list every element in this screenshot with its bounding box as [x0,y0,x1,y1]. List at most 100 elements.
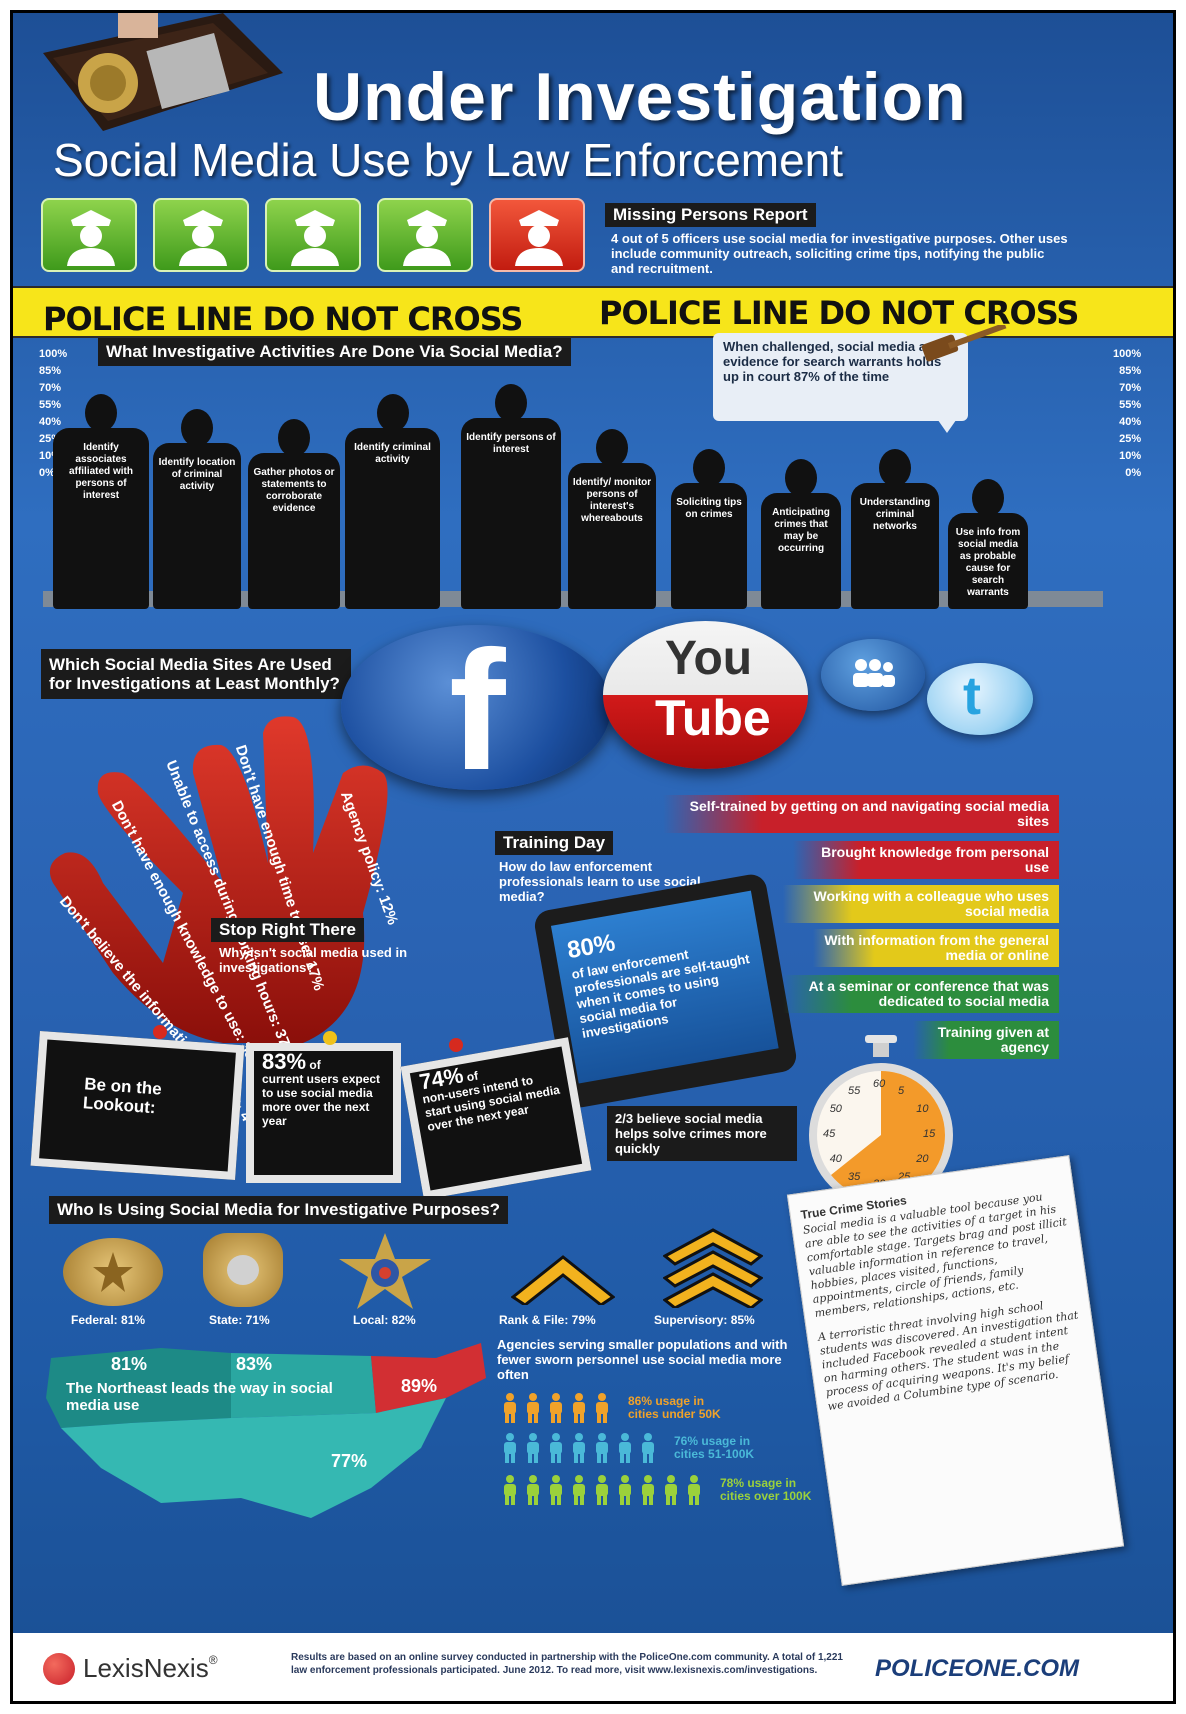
person-icon [570,1393,588,1423]
lineup-silhouette: Identify persons of interest [461,384,561,609]
training-ribbon: At a seminar or conference that was dedi… [783,975,1059,1013]
lookout-photo: Be on the Lookout: [30,1031,245,1180]
lineup-silhouette: Identify location of criminal activity [153,409,241,609]
lineup-label: Identify criminal activity [354,442,431,465]
badge-wallet-image [23,13,293,133]
training-ribbon: With information from the general media … [813,929,1059,967]
lineup-label: Use info from social media as probable c… [955,527,1021,598]
agency-usage-text: 78% usage in cities over 100K [720,1476,812,1503]
training-heading: Training Day [495,831,614,855]
person-icon [662,1475,680,1505]
training-ribbon: Working with a colleague who uses social… [783,885,1059,923]
stop-heading: Stop Right There [211,918,364,942]
lineup-silhouette: Identify criminal activity [345,394,440,609]
agency-usage-text: 86% usage in cities under 50K [628,1394,721,1421]
lineup-label: Identify associates affiliated with pers… [69,442,133,501]
lineup-silhouette: Anticipating crimes that may be occurrin… [761,459,841,609]
lineup-silhouette: Gather photos or statements to corrobora… [248,419,340,609]
person-icon [501,1393,519,1423]
users-photo: 83% of current users expect to use socia… [246,1043,401,1183]
map-region-west: 81% [111,1354,148,1374]
missing-persons-text: 4 out of 5 officers use social media for… [611,231,1068,276]
who-heading: Who Is Using Social Media for Investigat… [49,1196,509,1224]
supervisory-chevron-icon [662,1228,764,1310]
person-icon [593,1393,611,1423]
infographic: Under Investigation Social Media Use by … [10,10,1176,1704]
lineup-label: Soliciting tips on crimes [676,497,742,520]
lineup-silhouette: Identify/ monitor persons of interest's … [568,429,656,609]
lineup-label: Identify/ monitor persons of interest's … [572,477,652,524]
local-badge-icon [335,1231,435,1311]
badge-label-local: Local: 82% [353,1313,416,1327]
badge-label-state: State: 71% [209,1313,270,1327]
lineup-label: Anticipating crimes that may be occurrin… [772,507,830,554]
officer-icon [265,198,361,272]
lexisnexis-logo-icon [43,1653,75,1685]
map-region-northeast: 89% [401,1376,438,1396]
stopwatch-number: 50 [829,1103,842,1115]
map-caption: The Northeast leads the way in social me… [66,1380,333,1414]
officer-icon-missing [489,198,585,272]
pushpin-icon [449,1038,463,1052]
lineup-label: Identify persons of interest [466,432,556,455]
badge-label-supervisory: Supervisory: 85% [654,1313,755,1327]
stopwatch-number: 55 [848,1084,861,1097]
person-icon [524,1475,542,1505]
youtube-icon: You Tube [603,621,808,769]
notepad: True Crime Stories Social media is a val… [786,1155,1125,1586]
page-title: Under Investigation [313,59,967,135]
policeone-logo: POLICEONE.COM [875,1655,1080,1682]
lineup-label: Understanding criminal networks [859,497,931,532]
lineup-label: Gather photos or statements to corrobora… [253,467,335,514]
person-icon [616,1433,634,1463]
person-icon [547,1433,565,1463]
page-subtitle: Social Media Use by Law Enforcement [53,134,844,186]
lineup-silhouette: Soliciting tips on crimes [671,449,747,609]
lineup-label: Identify location of criminal activity [158,457,236,492]
missing-persons-heading: Missing Persons Report [605,203,816,227]
stop-question: Why isn't social media used in investiga… [219,945,408,975]
person-icon [501,1475,519,1505]
person-icon [616,1475,634,1505]
nonusers-photo: 74% of non-users intend to start using s… [400,1037,592,1200]
state-badge-icon [203,1233,283,1307]
sites-heading: Which Social Media Sites Are Used for In… [41,649,351,699]
officer-icon [153,198,249,272]
stopwatch-number: 35 [848,1171,861,1184]
person-icon [570,1475,588,1505]
person-icon [524,1393,542,1423]
person-icon [639,1475,657,1505]
activities-heading: What Investigative Activities Are Done V… [98,338,571,366]
lineup-silhouette: Understanding criminal networks [851,449,939,609]
stopwatch-number: 15 [923,1128,936,1140]
stopwatch-number: 45 [823,1128,836,1140]
badge-label-federal: Federal: 81% [71,1313,146,1327]
myspace-icon [821,639,925,711]
federal-badge-icon [63,1238,163,1306]
agencies-heading: Agencies serving smaller populations and… [497,1337,788,1382]
lineup-silhouette: Identify associates affiliated with pers… [53,394,149,609]
map-region-midwest: 83% [236,1354,273,1374]
person-icon [593,1475,611,1505]
believe-text: 2/3 believe social media helps solve cri… [607,1106,797,1161]
map-region-south: 77% [331,1451,368,1471]
pushpin-icon [153,1025,167,1039]
stopwatch-number: 40 [829,1153,842,1165]
lineup-silhouette: Use info from social media as probable c… [948,479,1028,609]
officer-icon [377,198,473,272]
training-ribbon: Brought knowledge from personal use [793,841,1059,879]
footer-brand: LexisNexis [83,1653,209,1683]
person-icon [524,1433,542,1463]
person-icon [547,1393,565,1423]
person-icon [593,1433,611,1463]
person-icon [685,1475,703,1505]
twitter-icon: t [927,663,1033,735]
footer-note: Results are based on an online survey co… [291,1652,843,1676]
stopwatch-number: 20 [916,1153,929,1165]
officer-icon [41,198,137,272]
stopwatch-number: 10 [916,1103,929,1115]
training-ribbon: Self-trained by getting on and navigatin… [663,795,1059,833]
stopwatch-number: 5 [898,1084,905,1097]
person-icon [501,1433,519,1463]
stopwatch-number: 60 [873,1078,886,1090]
